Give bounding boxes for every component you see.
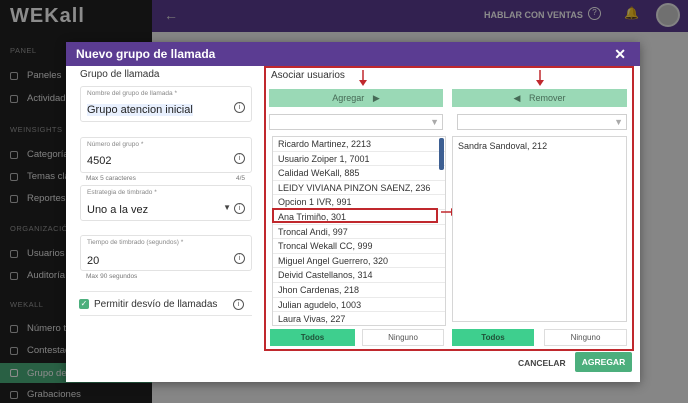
- info-icon[interactable]: i: [234, 203, 245, 214]
- ring-strategy-select[interactable]: Estrategia de timbrado * Uno a la vez ▼ …: [80, 185, 252, 221]
- remove-label: Remover: [528, 93, 566, 103]
- list-item[interactable]: Deivid Castellanos, 314: [273, 268, 445, 283]
- select-all-available-button[interactable]: Todos: [270, 329, 355, 346]
- list-item[interactable]: Jhon Cardenas, 218: [273, 283, 445, 298]
- group-name-field[interactable]: Nombre del grupo de llamada * Grupo aten…: [80, 86, 252, 122]
- field-value: 4502: [87, 155, 112, 167]
- field-value: Grupo atencion inicial: [87, 104, 193, 116]
- select-none-available-button[interactable]: Ninguno: [362, 329, 444, 346]
- ring-time-field[interactable]: Tiempo de timbrado (segundos) * 20 i: [80, 235, 252, 271]
- list-item[interactable]: Calidad WeKall, 885: [273, 166, 445, 181]
- info-icon[interactable]: i: [234, 253, 245, 264]
- selected-filter-input[interactable]: ▼: [457, 114, 627, 130]
- annotation-arrow-down-icon: [536, 70, 544, 86]
- list-item[interactable]: Troncal Wekall CC, 999: [273, 239, 445, 254]
- filter-icon: ▼: [614, 117, 623, 127]
- highlight-box: [272, 208, 438, 223]
- associate-users-title: Asociar usuarios: [271, 70, 345, 81]
- list-item[interactable]: Sandra Sandoval, 212: [453, 137, 626, 155]
- list-item[interactable]: LEIDY VIVIANA PINZON SAENZ, 236: [273, 181, 445, 196]
- available-users-list[interactable]: Ricardo Martinez, 2213 Usuario Zoiper 1,…: [272, 136, 446, 326]
- select-none-selected-button[interactable]: Ninguno: [544, 329, 627, 346]
- field-label: Número del grupo *: [87, 141, 144, 148]
- add-button[interactable]: Agregar ▶: [269, 89, 443, 107]
- dialog-header: Nuevo grupo de llamada: [66, 42, 640, 66]
- list-item[interactable]: Miguel Angel Guerrero, 320: [273, 254, 445, 269]
- filter-icon: ▼: [430, 117, 439, 127]
- list-scrollbar[interactable]: [439, 138, 444, 170]
- selected-users-list[interactable]: Sandra Sandoval, 212: [452, 136, 627, 322]
- checkbox-label: Permitir desvío de llamadas: [94, 299, 218, 310]
- field-value: Uno a la vez: [87, 204, 149, 216]
- list-item[interactable]: Julian agudelo, 1003: [273, 298, 445, 313]
- select-all-selected-button[interactable]: Todos: [452, 329, 534, 346]
- list-item[interactable]: Ricardo Martinez, 2213: [273, 137, 445, 152]
- play-right-icon: ▶: [372, 93, 380, 103]
- allow-forward-checkbox[interactable]: ✓: [79, 299, 89, 309]
- new-call-group-dialog: Nuevo grupo de llamada ✕ Grupo de llamad…: [66, 42, 640, 382]
- info-icon[interactable]: i: [233, 299, 244, 310]
- group-section-title: Grupo de llamada: [80, 69, 160, 80]
- available-filter-input[interactable]: ▼: [269, 114, 443, 130]
- remove-button[interactable]: ◀ Remover: [452, 89, 627, 107]
- close-icon[interactable]: ✕: [614, 46, 626, 63]
- field-label: Estrategia de timbrado *: [87, 189, 157, 196]
- dialog-title: Nuevo grupo de llamada: [76, 47, 216, 61]
- add-label: Agregar: [332, 93, 365, 103]
- divider: [80, 291, 252, 292]
- field-hint: Max 5 caracteres: [86, 175, 136, 182]
- field-label: Nombre del grupo de llamada *: [87, 90, 177, 97]
- play-left-icon: ◀: [513, 93, 521, 103]
- field-hint: Max 90 segundos: [86, 273, 138, 280]
- list-item[interactable]: Laura Vivas, 227: [273, 312, 445, 325]
- info-icon[interactable]: i: [234, 153, 245, 164]
- divider: [80, 315, 252, 316]
- list-item[interactable]: Troncal Andi, 997: [273, 225, 445, 240]
- cancel-button[interactable]: CANCELAR: [518, 358, 566, 368]
- chevron-down-icon: ▼: [223, 203, 231, 212]
- field-label: Tiempo de timbrado (segundos) *: [87, 239, 184, 246]
- list-item[interactable]: Usuario Zoiper 1, 7001: [273, 152, 445, 167]
- annotation-arrow-down-icon: [359, 70, 367, 86]
- group-number-field[interactable]: Número del grupo * 4502 i: [80, 137, 252, 173]
- field-value: 20: [87, 255, 100, 267]
- info-icon[interactable]: i: [234, 102, 245, 113]
- char-count: 4/5: [236, 175, 246, 182]
- submit-add-button[interactable]: AGREGAR: [575, 352, 632, 372]
